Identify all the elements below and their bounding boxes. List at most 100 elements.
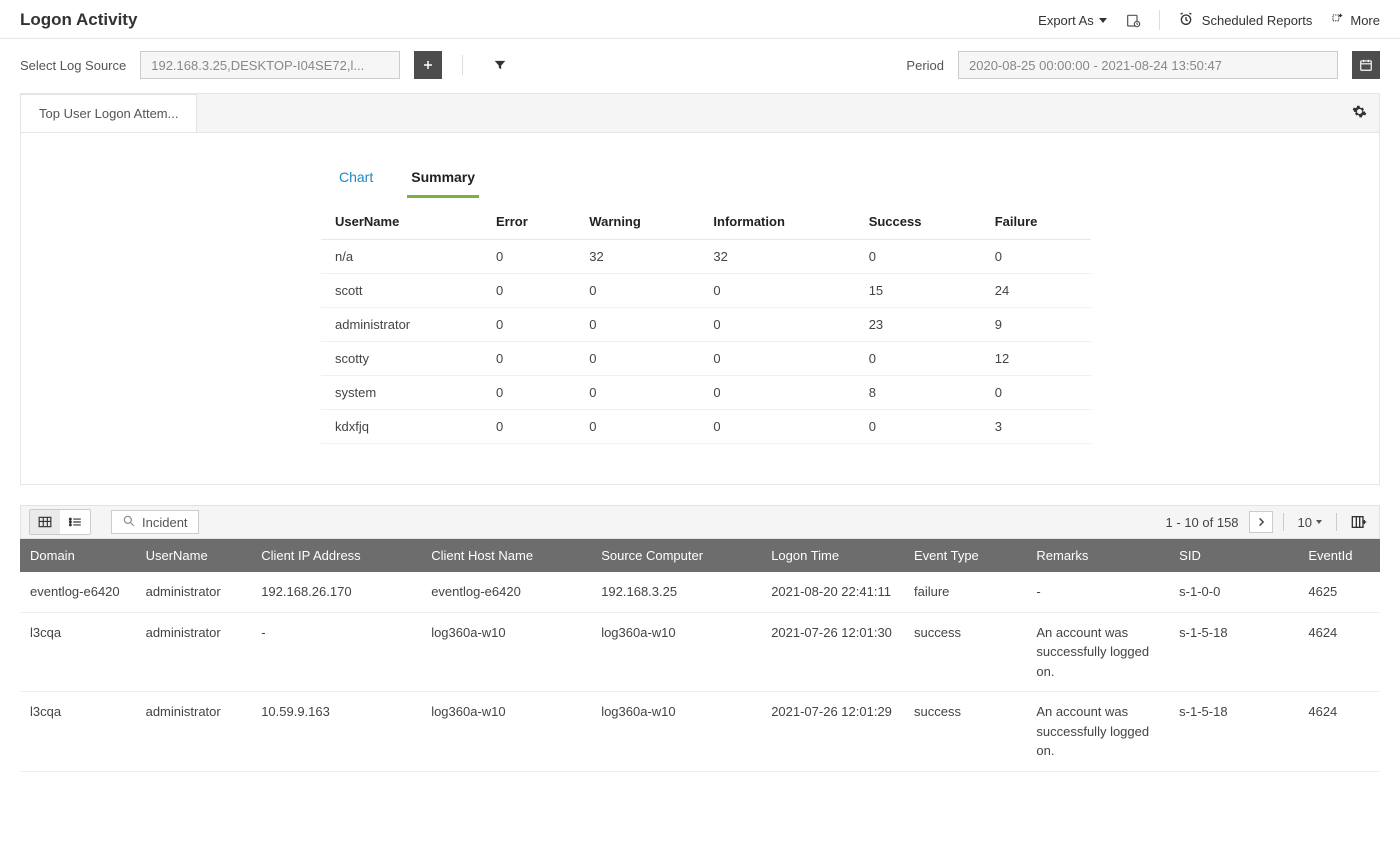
summary-cell: 0 <box>575 308 699 342</box>
events-cell: eventlog-e6420 <box>421 572 591 612</box>
summary-cell: 0 <box>575 410 699 444</box>
summary-cell: 0 <box>482 376 575 410</box>
events-cell: success <box>904 612 1026 692</box>
summary-cell: 32 <box>575 240 699 274</box>
page-size-select[interactable]: 10 <box>1294 515 1326 530</box>
summary-cell: 0 <box>981 376 1091 410</box>
schedule-export-icon[interactable] <box>1125 12 1141 28</box>
summary-cell: 9 <box>981 308 1091 342</box>
summary-cell: 0 <box>575 274 699 308</box>
summary-cell: system <box>321 376 482 410</box>
events-cell: eventlog-e6420 <box>20 572 136 612</box>
table-row: n/a0323200 <box>321 240 1091 274</box>
summary-cell: administrator <box>321 308 482 342</box>
summary-cell: 0 <box>981 240 1091 274</box>
next-page-button[interactable] <box>1249 511 1273 533</box>
summary-cell: 23 <box>855 308 981 342</box>
summary-header: Error <box>482 204 575 240</box>
events-header[interactable]: Client IP Address <box>251 539 421 572</box>
filter-icon[interactable] <box>487 52 513 78</box>
log-source-input[interactable]: 192.168.3.25,DESKTOP-I04SE72,l... <box>140 51 400 79</box>
events-header[interactable]: Source Computer <box>591 539 761 572</box>
summary-cell: kdxfjq <box>321 410 482 444</box>
table-row[interactable]: eventlog-e6420administrator192.168.26.17… <box>20 572 1380 612</box>
summary-cell: 0 <box>855 410 981 444</box>
events-cell: log360a-w10 <box>591 612 761 692</box>
events-cell: l3cqa <box>20 692 136 772</box>
summary-cell: 15 <box>855 274 981 308</box>
events-cell: failure <box>904 572 1026 612</box>
summary-header: Information <box>699 204 854 240</box>
period-input[interactable]: 2020-08-25 00:00:00 - 2021-08-24 13:50:4… <box>958 51 1338 79</box>
divider <box>1159 10 1160 30</box>
export-as-label: Export As <box>1038 13 1094 28</box>
summary-cell: scotty <box>321 342 482 376</box>
more-icon <box>1330 12 1344 29</box>
summary-cell: 0 <box>699 342 854 376</box>
events-header[interactable]: UserName <box>136 539 252 572</box>
summary-cell: 0 <box>482 410 575 444</box>
gear-icon[interactable] <box>1340 104 1379 123</box>
summary-cell: 0 <box>482 240 575 274</box>
sub-tab-summary[interactable]: Summary <box>407 163 479 198</box>
events-table: DomainUserNameClient IP AddressClient Ho… <box>20 539 1380 772</box>
events-header[interactable]: Domain <box>20 539 136 572</box>
report-tab[interactable]: Top User Logon Attem... <box>20 94 197 132</box>
events-cell: 4625 <box>1298 572 1380 612</box>
search-zoom-icon <box>122 514 136 531</box>
summary-cell: n/a <box>321 240 482 274</box>
summary-cell: 0 <box>699 376 854 410</box>
events-cell: s-1-5-18 <box>1169 612 1298 692</box>
summary-cell: 0 <box>482 274 575 308</box>
view-grid-button[interactable] <box>30 510 60 534</box>
table-row: administrator000239 <box>321 308 1091 342</box>
incident-button[interactable]: Incident <box>111 510 199 534</box>
events-cell: An account was successfully logged on. <box>1026 612 1169 692</box>
summary-cell: 32 <box>699 240 854 274</box>
events-cell: s-1-5-18 <box>1169 692 1298 772</box>
table-row: scotty000012 <box>321 342 1091 376</box>
add-source-button[interactable] <box>414 51 442 79</box>
events-header[interactable]: SID <box>1169 539 1298 572</box>
events-cell: 192.168.3.25 <box>591 572 761 612</box>
events-header[interactable]: EventId <box>1298 539 1380 572</box>
events-cell: log360a-w10 <box>421 612 591 692</box>
table-row[interactable]: l3cqaadministrator-log360a-w10log360a-w1… <box>20 612 1380 692</box>
export-as-dropdown[interactable]: Export As <box>1038 13 1107 28</box>
period-label: Period <box>906 58 944 73</box>
events-header[interactable]: Remarks <box>1026 539 1169 572</box>
events-cell: 2021-08-20 22:41:11 <box>761 572 904 612</box>
incident-label: Incident <box>142 515 188 530</box>
table-row: scott0001524 <box>321 274 1091 308</box>
events-header[interactable]: Client Host Name <box>421 539 591 572</box>
pagination-text: 1 - 10 of 158 <box>1166 515 1239 530</box>
more-menu[interactable]: More <box>1330 12 1380 29</box>
summary-cell: scott <box>321 274 482 308</box>
scheduled-reports-link[interactable]: Scheduled Reports <box>1178 11 1313 30</box>
summary-cell: 8 <box>855 376 981 410</box>
events-cell: 192.168.26.170 <box>251 572 421 612</box>
events-header[interactable]: Event Type <box>904 539 1026 572</box>
summary-header: Warning <box>575 204 699 240</box>
divider <box>462 55 463 75</box>
summary-header: Failure <box>981 204 1091 240</box>
summary-cell: 0 <box>575 342 699 376</box>
page-size-value: 10 <box>1298 515 1312 530</box>
scheduled-reports-label: Scheduled Reports <box>1202 13 1313 28</box>
view-list-button[interactable] <box>60 510 90 534</box>
column-settings-button[interactable] <box>1347 511 1371 533</box>
summary-cell: 0 <box>482 342 575 376</box>
events-cell: 2021-07-26 12:01:30 <box>761 612 904 692</box>
table-row[interactable]: l3cqaadministrator10.59.9.163log360a-w10… <box>20 692 1380 772</box>
calendar-button[interactable] <box>1352 51 1380 79</box>
events-header[interactable]: Logon Time <box>761 539 904 572</box>
sub-tab-chart[interactable]: Chart <box>335 163 377 198</box>
summary-cell: 24 <box>981 274 1091 308</box>
summary-table: UserNameErrorWarningInformationSuccessFa… <box>321 204 1091 444</box>
events-cell: log360a-w10 <box>421 692 591 772</box>
log-source-label: Select Log Source <box>20 58 126 73</box>
summary-cell: 0 <box>482 308 575 342</box>
events-cell: 4624 <box>1298 612 1380 692</box>
events-cell: administrator <box>136 572 252 612</box>
events-cell: - <box>251 612 421 692</box>
